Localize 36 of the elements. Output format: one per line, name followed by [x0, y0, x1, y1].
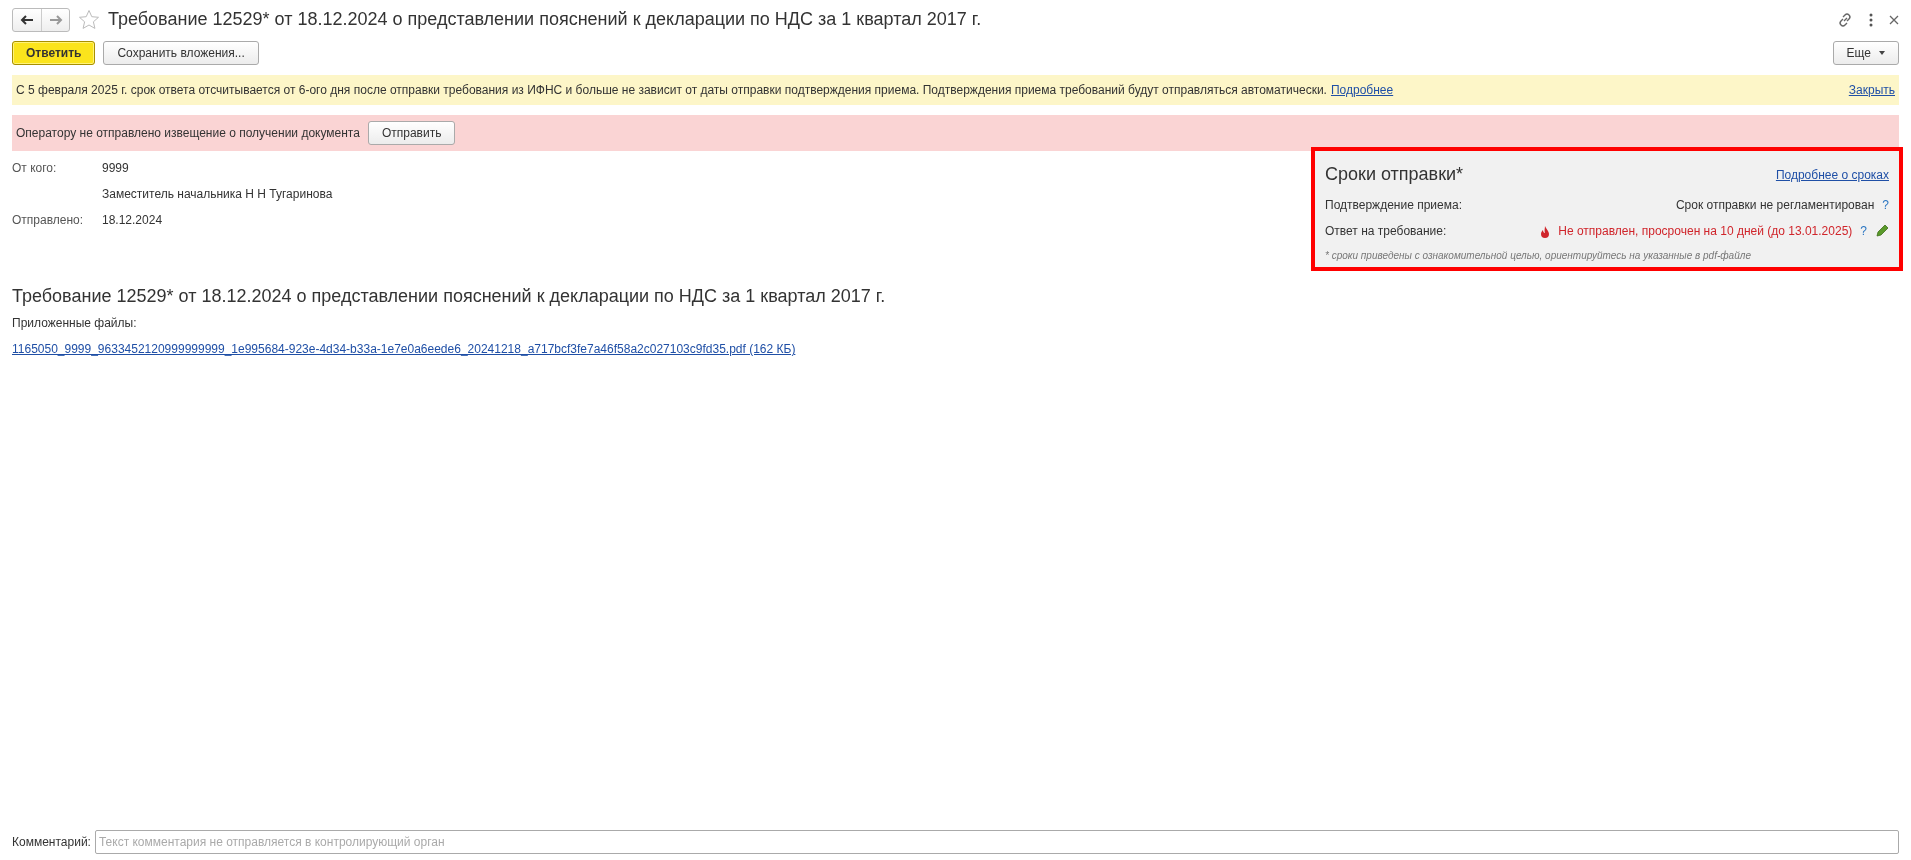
pencil-icon[interactable]: [1875, 224, 1889, 238]
status-text: Не отправлен, просрочен на 10 дней (до 13.01.2025): [1558, 223, 1853, 240]
alert-text: Оператору не отправлено извещение о получении документа: [16, 125, 360, 142]
flame-icon: [1540, 224, 1551, 238]
status-text: Срок отправки не регламентирован: [1675, 197, 1875, 214]
comment-label: Комментарий:: [12, 834, 91, 851]
help-link[interactable]: ?: [1882, 196, 1889, 214]
files-label: Приложенные файлы:: [12, 315, 138, 332]
field-value: 9999: [102, 160, 130, 177]
reply-button[interactable]: Ответить: [12, 41, 96, 65]
field-label: От кого:: [12, 160, 58, 177]
field-value: 18.12.2024: [102, 212, 163, 229]
footnote: * сроки приведены с ознакомительной целью, ориентируйтесь на указанные в pdf-файле: [1325, 249, 1752, 263]
field-value: Заместитель начальника Н Н Тугаринова: [102, 186, 333, 203]
deadlines-details-link[interactable]: Подробнее о сроках: [1775, 165, 1889, 184]
star-icon[interactable]: [78, 8, 100, 31]
forward-arrow-icon[interactable]: [48, 14, 63, 25]
send-button[interactable]: Отправить: [367, 121, 456, 145]
close-link[interactable]: Закрыть: [1848, 81, 1895, 99]
close-icon[interactable]: [1889, 14, 1899, 25]
link-icon[interactable]: [1837, 11, 1853, 28]
more-icon[interactable]: [1869, 12, 1873, 27]
comment-field[interactable]: Текст комментария не отправляется в контролирующий орган: [94, 830, 1899, 854]
field-label: Отправлено:: [12, 212, 85, 229]
back-arrow-icon[interactable]: [20, 14, 34, 25]
details-link[interactable]: Подробнее: [1330, 81, 1394, 99]
row-label: Ответ на требование:: [1325, 223, 1447, 240]
file-link[interactable]: 1165050_9999_9633452120999999999_1e995684-923e-4d34-b33a-1e7e0a6eede6_20241218_a717bcf3fe7a46f58a2c027103c9fd35.pdf (162 КБ): [12, 342, 796, 356]
row-label: Подтверждение приема:: [1325, 197, 1462, 214]
document-title: Требование 12529* от 18.12.2024 о представлении пояснений к декларации по НДС за 1 квартал 2017 г.: [12, 285, 887, 308]
panel-title: Сроки отправки*: [1325, 163, 1464, 186]
help-link[interactable]: ?: [1860, 222, 1867, 240]
save-attachments-button[interactable]: Сохранить вложения...: [103, 41, 259, 65]
notice-text: С 5 февраля 2025 г. срок ответа отсчитывается от 6-ого дня после отправки требования из ИФНС и больше не зависит от даты отправки подтверждения приема. Подтверждения приема требований будут отправляться автоматически.: [16, 82, 1327, 99]
more-button[interactable]: Еще: [1832, 41, 1899, 65]
window-title: Требование 12529* от 18.12.2024 о представлении пояснений к декларации по НДС за 1 квартал 2017 г.: [108, 8, 983, 31]
